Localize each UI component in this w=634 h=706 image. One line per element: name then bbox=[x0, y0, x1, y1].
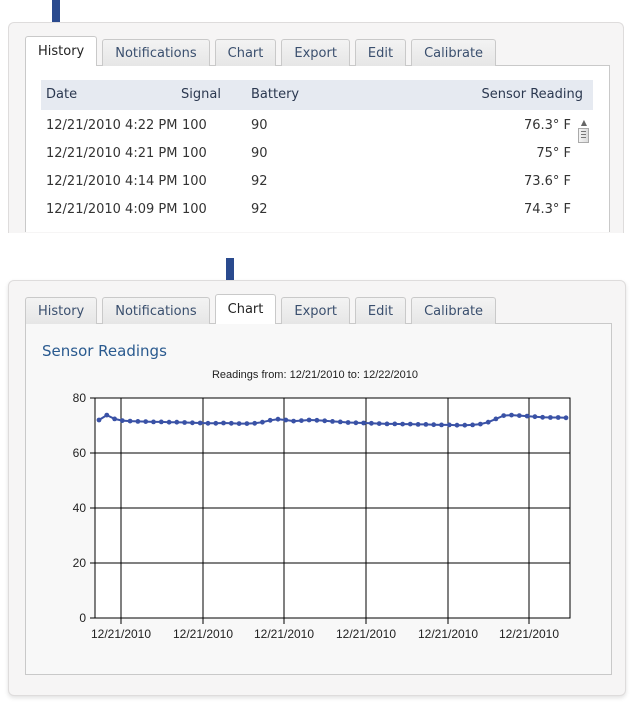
y-tick-label: 40 bbox=[73, 501, 87, 515]
data-point bbox=[485, 419, 491, 425]
data-point bbox=[213, 420, 219, 426]
x-tick-label: 12/21/2010 bbox=[173, 627, 233, 641]
data-point bbox=[182, 420, 188, 425]
data-point bbox=[306, 417, 312, 423]
data-point bbox=[532, 414, 538, 420]
data-point bbox=[493, 416, 499, 422]
data-point bbox=[540, 414, 545, 420]
x-tick-label: 12/21/2010 bbox=[418, 627, 478, 641]
y-tick-label: 80 bbox=[73, 391, 87, 405]
data-point bbox=[275, 416, 281, 422]
data-point bbox=[228, 420, 234, 426]
y-tick-label: 0 bbox=[79, 611, 86, 625]
data-point bbox=[119, 418, 125, 423]
x-tick-label: 12/21/2010 bbox=[254, 627, 314, 641]
data-point bbox=[252, 420, 258, 426]
data-point bbox=[267, 417, 273, 423]
data-point bbox=[407, 421, 413, 427]
data-point bbox=[221, 420, 226, 426]
data-point bbox=[135, 419, 141, 424]
y-axis-ticks: 0 20 40 60 80 bbox=[73, 391, 95, 625]
data-point bbox=[555, 415, 561, 420]
data-point bbox=[446, 422, 452, 428]
data-point bbox=[478, 421, 483, 427]
data-point bbox=[158, 419, 164, 425]
data-point bbox=[166, 419, 172, 425]
data-point bbox=[299, 418, 304, 423]
data-point bbox=[112, 416, 117, 422]
chart-title: Readings from: 12/21/2010 to: 12/22/2010 bbox=[212, 369, 418, 381]
data-point bbox=[524, 413, 530, 419]
x-tick-label: 12/21/2010 bbox=[499, 627, 559, 641]
data-point bbox=[236, 421, 242, 426]
data-point bbox=[353, 420, 359, 426]
data-point bbox=[104, 412, 110, 418]
data-point bbox=[283, 417, 289, 423]
data-point bbox=[509, 412, 514, 418]
data-point bbox=[260, 419, 265, 425]
tab-history[interactable]: History bbox=[25, 36, 98, 66]
data-point bbox=[174, 419, 180, 425]
data-point bbox=[501, 413, 507, 418]
data-point bbox=[205, 420, 211, 426]
data-point bbox=[314, 417, 320, 423]
data-point bbox=[337, 419, 343, 425]
data-point bbox=[369, 420, 374, 426]
data-point bbox=[392, 421, 398, 427]
data-point bbox=[454, 422, 460, 428]
y-tick-label: 60 bbox=[73, 446, 87, 460]
data-point bbox=[376, 421, 382, 426]
data-point bbox=[322, 418, 328, 424]
data-point bbox=[400, 421, 405, 427]
data-point bbox=[431, 422, 437, 428]
data-point bbox=[291, 418, 296, 424]
data-point bbox=[127, 418, 133, 424]
data-point bbox=[548, 415, 553, 420]
data-point bbox=[423, 422, 429, 427]
x-tick-label: 12/21/2010 bbox=[336, 627, 396, 641]
chart-grid bbox=[94, 397, 571, 619]
data-point bbox=[439, 422, 444, 428]
data-point bbox=[345, 420, 351, 425]
data-point bbox=[190, 420, 195, 426]
data-point bbox=[361, 420, 366, 426]
data-point bbox=[415, 422, 421, 427]
data-point bbox=[462, 422, 468, 428]
data-point bbox=[96, 417, 102, 423]
tab-chart[interactable]: Chart bbox=[214, 294, 277, 324]
data-point bbox=[330, 419, 335, 424]
x-axis-ticks: 12/21/2010 12/21/2010 12/21/2010 12/21/2010… bbox=[91, 618, 559, 641]
x-tick-label: 12/21/2010 bbox=[91, 627, 151, 641]
sensor-readings-chart: Readings from: 12/21/2010 to: 12/22/2010… bbox=[73, 369, 571, 641]
data-point bbox=[197, 420, 203, 426]
data-point bbox=[470, 422, 475, 428]
data-point bbox=[143, 419, 149, 424]
data-point bbox=[516, 413, 522, 418]
data-point bbox=[151, 419, 156, 425]
data-point bbox=[384, 421, 390, 427]
y-tick-label: 20 bbox=[73, 556, 87, 570]
data-point bbox=[563, 415, 569, 421]
data-point bbox=[244, 421, 250, 426]
